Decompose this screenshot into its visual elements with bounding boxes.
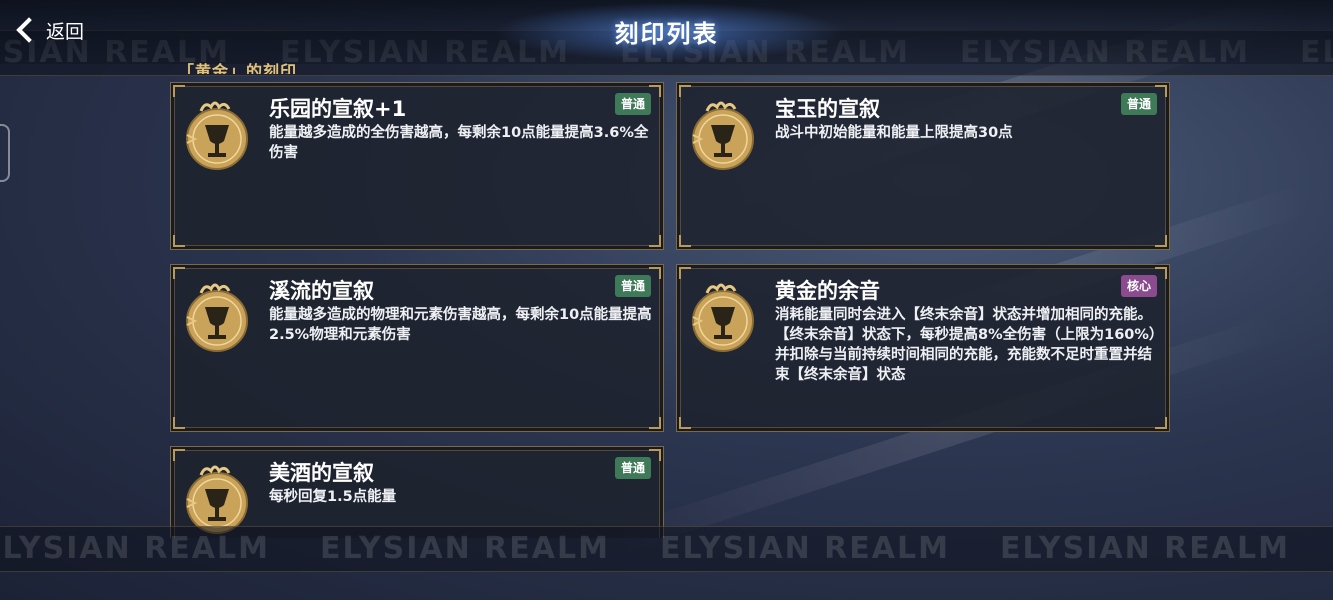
imprint-description: 能量越多造成的全伤害越高，每剩余10点能量提高3.6%全伤害	[269, 125, 649, 161]
imprint-name: 溪流的宣叙	[269, 279, 374, 303]
rarity-tag: 普通	[614, 93, 651, 115]
card-corner	[173, 417, 185, 429]
golden-chalice-emblem-icon	[692, 101, 754, 170]
card-corner	[679, 417, 691, 429]
imprint-list[interactable]: 乐园的宣叙+1 普通 能量越多造成的全伤害越高，每剩余10点能量提高3.6%全伤…	[0, 70, 1333, 538]
imprint-description: 能量越多造成的物理和元素伤害越高，每剩余10点能量提高2.5%物理和元素伤害	[269, 307, 652, 343]
card-corner	[1155, 417, 1167, 429]
card-corner	[679, 235, 691, 247]
imprint-description: 每秒回复1.5点能量	[269, 489, 397, 505]
imprint-card[interactable]: 宝玉的宣叙 普通 战斗中初始能量和能量上限提高30点	[676, 82, 1170, 250]
imprint-name: 乐园的宣叙+1	[269, 97, 407, 121]
imprint-card[interactable]: 乐园的宣叙+1 普通 能量越多造成的全伤害越高，每剩余10点能量提高3.6%全伤…	[170, 82, 664, 250]
rarity-tag: 普通	[614, 275, 651, 297]
watermark-band-bottom: ELYSIAN REALM ELYSIAN REALM ELYSIAN REALM E…	[0, 526, 1333, 572]
page-title: 刻印列表	[614, 20, 719, 48]
rarity-tag: 普通	[1120, 93, 1157, 115]
golden-chalice-emblem-icon	[186, 101, 248, 170]
card-corner	[649, 235, 661, 247]
rarity-tag: 核心	[1120, 275, 1157, 297]
imprint-name: 宝玉的宣叙	[775, 97, 880, 121]
imprint-card[interactable]: 美酒的宣叙 普通 每秒回复1.5点能量	[170, 446, 664, 538]
imprint-name: 美酒的宣叙	[269, 461, 374, 485]
imprint-description: 消耗能量同时会进入【终末余音】状态并增加相同的充能。【终末余音】状态下，每秒提高…	[775, 307, 1157, 383]
card-corner	[173, 235, 185, 247]
imprint-name: 黄金的余音	[775, 279, 880, 303]
imprint-card[interactable]: 黄金的余音 核心 消耗能量同时会进入【终末余音】状态并增加相同的充能。【终末余音…	[676, 264, 1170, 432]
rarity-tag: 普通	[614, 457, 651, 479]
golden-chalice-emblem-icon	[186, 283, 248, 352]
imprint-description: 战斗中初始能量和能量上限提高30点	[775, 125, 1013, 141]
card-corner	[1155, 235, 1167, 247]
card-corner	[649, 417, 661, 429]
golden-chalice-emblem-icon	[692, 283, 754, 352]
imprint-card[interactable]: 溪流的宣叙 普通 能量越多造成的物理和元素伤害越高，每剩余10点能量提高2.5%…	[170, 264, 664, 432]
